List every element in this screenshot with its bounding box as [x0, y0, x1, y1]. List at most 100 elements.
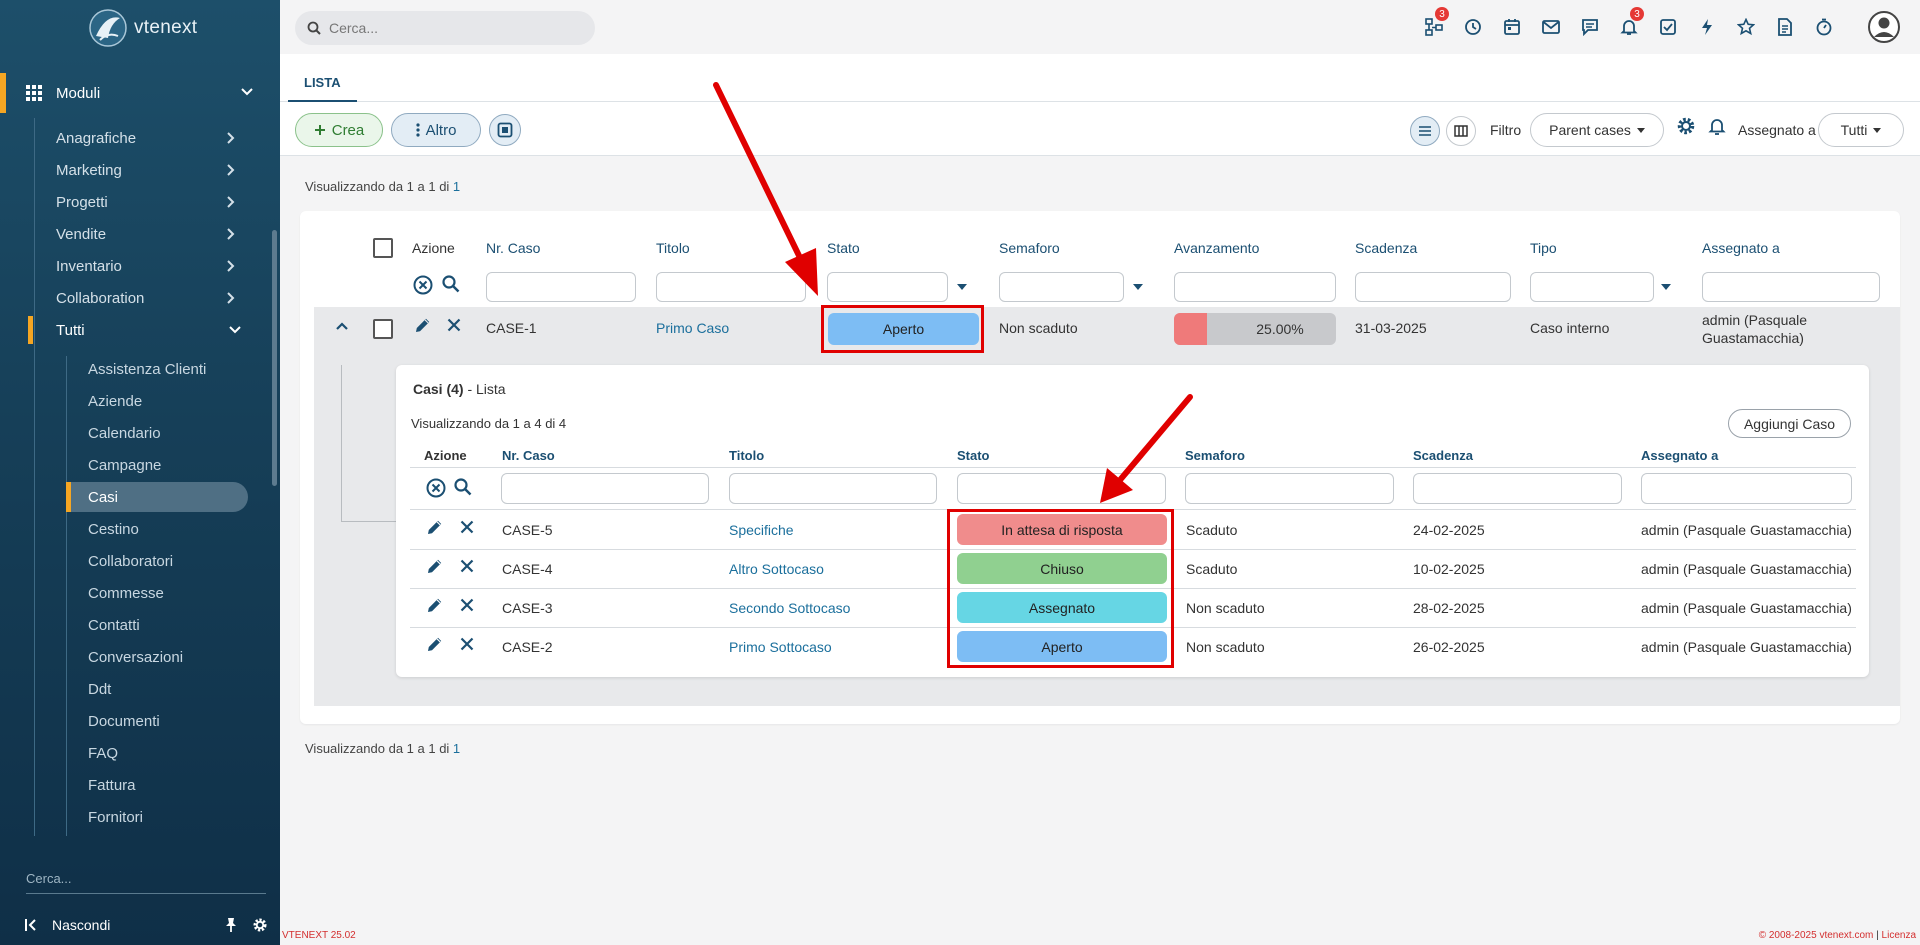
sidebar-moduli[interactable]: Moduli — [0, 73, 280, 113]
filter-avanzamento-input[interactable] — [1174, 272, 1336, 302]
filter-tipo-select[interactable] — [1530, 272, 1654, 302]
row-checkbox[interactable] — [373, 319, 393, 339]
sidebar-item-fattura[interactable]: Fattura — [66, 770, 248, 800]
pin-icon[interactable] — [224, 917, 238, 933]
sub-filter-assegnato-input[interactable] — [1641, 473, 1852, 504]
timer-icon[interactable] — [1811, 14, 1837, 40]
add-case-button[interactable]: Aggiungi Caso — [1728, 409, 1851, 438]
sub-filter-titolo-input[interactable] — [729, 473, 937, 504]
column-header-nr-caso[interactable]: Nr. Caso — [486, 240, 540, 256]
sidebar-search-input[interactable]: Cerca... — [26, 868, 266, 894]
caret-down-icon[interactable] — [957, 284, 967, 290]
column-header-titolo[interactable]: Titolo — [656, 240, 690, 256]
assigned-filter-dropdown[interactable]: Tutti — [1818, 113, 1904, 147]
quick-action-icon[interactable] — [1694, 14, 1720, 40]
gear-icon[interactable] — [1676, 116, 1696, 136]
search-icon[interactable] — [454, 478, 472, 496]
sidebar-item-collaboratori[interactable]: Collaboratori — [66, 546, 248, 576]
caret-down-icon[interactable] — [1133, 284, 1143, 290]
sub-column-header-scadenza[interactable]: Scadenza — [1413, 448, 1473, 463]
sidebar-item-conversazioni[interactable]: Conversazioni — [66, 642, 248, 672]
search-icon[interactable] — [442, 275, 460, 293]
user-avatar-icon[interactable] — [1868, 11, 1900, 43]
sidebar-item-progetti[interactable]: Progetti — [56, 188, 246, 216]
cell-titolo-link[interactable]: Altro Sottocaso — [729, 561, 824, 577]
delete-icon[interactable] — [460, 559, 474, 573]
more-button[interactable]: Altro — [391, 113, 481, 147]
delete-icon[interactable] — [460, 637, 474, 651]
sub-column-header-nr-caso[interactable]: Nr. Caso — [502, 448, 555, 463]
gear-icon[interactable] — [252, 917, 268, 933]
cell-titolo-link[interactable]: Primo Sottocaso — [729, 639, 832, 655]
column-header-tipo[interactable]: Tipo — [1530, 240, 1557, 256]
column-header-semaforo[interactable]: Semaforo — [999, 240, 1060, 256]
global-search-input[interactable]: Cerca... — [295, 11, 595, 45]
clear-filters-icon[interactable] — [426, 478, 446, 498]
hide-sidebar-button[interactable]: Nascondi — [52, 917, 110, 933]
delete-icon[interactable] — [447, 318, 461, 332]
sidebar-item-tutti[interactable]: Tutti — [28, 316, 250, 344]
collapse-row-icon[interactable] — [335, 320, 349, 332]
sub-filter-semaforo-input[interactable] — [1185, 473, 1394, 504]
sidebar-item-vendite[interactable]: Vendite — [56, 220, 246, 248]
sidebar-item-fornitori[interactable]: Fornitori — [66, 802, 248, 832]
sidebar-item-aziende[interactable]: Aziende — [66, 386, 248, 416]
history-icon[interactable] — [1460, 14, 1486, 40]
bell-icon[interactable] — [1708, 116, 1726, 136]
edit-icon[interactable] — [426, 557, 444, 575]
sub-column-header-stato[interactable]: Stato — [957, 448, 990, 463]
edit-icon[interactable] — [426, 596, 444, 614]
column-header-scadenza[interactable]: Scadenza — [1355, 240, 1417, 256]
sidebar-item-inventario[interactable]: Inventario — [56, 252, 246, 280]
sub-column-header-semaforo[interactable]: Semaforo — [1185, 448, 1245, 463]
sidebar-item-assistenza-clienti[interactable]: Assistenza Clienti — [66, 354, 248, 384]
edit-icon[interactable] — [414, 316, 432, 334]
sub-filter-nr-caso-input[interactable] — [501, 473, 709, 504]
caret-down-icon[interactable] — [1661, 284, 1671, 290]
create-button[interactable]: Crea — [295, 113, 383, 147]
list-view-toggle[interactable] — [1410, 116, 1440, 146]
document-icon[interactable] — [1772, 14, 1798, 40]
cell-titolo-link[interactable]: Primo Caso — [656, 320, 729, 336]
pagination-total[interactable]: 1 — [453, 741, 460, 756]
delete-icon[interactable] — [460, 520, 474, 534]
mass-select-button[interactable] — [489, 114, 521, 146]
process-icon[interactable]: 3 — [1421, 7, 1449, 40]
kanban-view-toggle[interactable] — [1446, 116, 1476, 146]
sidebar-item-collaboration[interactable]: Collaboration — [56, 284, 246, 312]
delete-icon[interactable] — [460, 598, 474, 612]
sub-column-header-titolo[interactable]: Titolo — [729, 448, 764, 463]
license-link[interactable]: Licenza — [1882, 930, 1916, 941]
column-header-avanzamento[interactable]: Avanzamento — [1174, 240, 1259, 256]
pagination-total[interactable]: 1 — [453, 179, 460, 194]
copyright-link[interactable]: © 2008-2025 vtenext.com — [1759, 930, 1874, 941]
select-all-checkbox[interactable] — [373, 238, 393, 258]
mail-icon[interactable] — [1538, 14, 1564, 40]
sidebar-scrollbar[interactable] — [272, 230, 277, 486]
sidebar-item-contatti[interactable]: Contatti — [66, 610, 248, 640]
cell-titolo-link[interactable]: Secondo Sottocaso — [729, 600, 850, 616]
filter-semaforo-select[interactable] — [999, 272, 1124, 302]
sidebar-item-documenti[interactable]: Documenti — [66, 706, 248, 736]
favorites-icon[interactable] — [1733, 14, 1759, 40]
sidebar-item-calendario[interactable]: Calendario — [66, 418, 248, 448]
sub-filter-scadenza-input[interactable] — [1413, 473, 1622, 504]
sidebar-item-cestino[interactable]: Cestino — [66, 514, 248, 544]
filter-stato-select[interactable] — [827, 272, 948, 302]
tasks-icon[interactable] — [1655, 14, 1681, 40]
tab-lista[interactable]: LISTA — [288, 64, 357, 102]
column-header-stato[interactable]: Stato — [827, 240, 860, 256]
sidebar-item-anagrafiche[interactable]: Anagrafiche — [56, 124, 246, 152]
sub-filter-stato-input[interactable] — [957, 473, 1166, 504]
sidebar-item-commesse[interactable]: Commesse — [66, 578, 248, 608]
notification-bell-icon[interactable]: 3 — [1616, 7, 1644, 40]
sidebar-item-faq[interactable]: FAQ — [66, 738, 248, 768]
logo[interactable]: vtenext — [86, 6, 197, 50]
sidebar-item-campagne[interactable]: Campagne — [66, 450, 248, 480]
sidebar-item-ddt[interactable]: Ddt — [66, 674, 248, 704]
clear-filters-icon[interactable] — [413, 275, 433, 295]
filter-dropdown[interactable]: Parent cases — [1530, 113, 1664, 147]
filter-assegnato-input[interactable] — [1702, 272, 1880, 302]
calendar-icon[interactable] — [1499, 14, 1525, 40]
cell-titolo-link[interactable]: Specifiche — [729, 522, 794, 538]
